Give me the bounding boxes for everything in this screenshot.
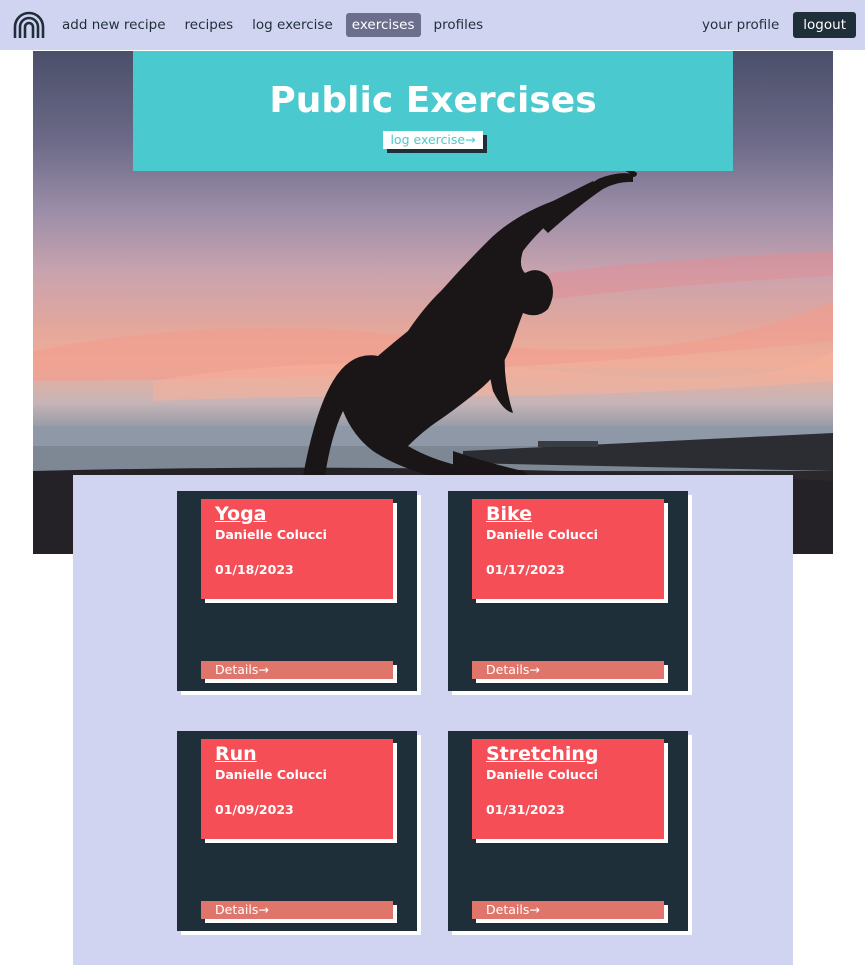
exercise-title-link[interactable]: Bike — [486, 503, 532, 525]
nav-right: your profile logout — [702, 12, 856, 38]
hero-banner: Public Exercises log exercise→ — [133, 51, 733, 171]
exercise-date: 01/17/2023 — [486, 562, 565, 577]
details-button[interactable]: Details→ — [472, 661, 664, 679]
navbar: add new recipe recipes log exercise exer… — [0, 0, 865, 50]
rainbow-arch-icon[interactable] — [13, 11, 45, 39]
exercise-date: 01/09/2023 — [215, 802, 294, 817]
nav-link-profiles[interactable]: profiles — [428, 13, 490, 37]
exercise-card-header: Stretching Danielle Colucci 01/31/2023 — [472, 739, 664, 839]
exercise-card-header: Bike Danielle Colucci 01/17/2023 — [472, 499, 664, 599]
exercise-author: Danielle Colucci — [215, 767, 327, 782]
exercise-cards-panel: Yoga Danielle Colucci 01/18/2023 Details… — [73, 475, 793, 965]
details-button[interactable]: Details→ — [201, 661, 393, 679]
your-profile-link[interactable]: your profile — [702, 17, 779, 33]
details-button[interactable]: Details→ — [201, 901, 393, 919]
nav-link-exercises[interactable]: exercises — [345, 13, 421, 37]
exercise-card: Run Danielle Colucci 01/09/2023 Details→ — [177, 731, 417, 931]
exercise-card-header: Yoga Danielle Colucci 01/18/2023 — [201, 499, 393, 599]
exercise-title-link[interactable]: Stretching — [486, 743, 599, 765]
exercise-card: Yoga Danielle Colucci 01/18/2023 Details… — [177, 491, 417, 691]
exercise-title-link[interactable]: Run — [215, 743, 257, 765]
exercise-date: 01/18/2023 — [215, 562, 294, 577]
exercise-date: 01/31/2023 — [486, 802, 565, 817]
exercise-title-link[interactable]: Yoga — [215, 503, 267, 525]
details-button[interactable]: Details→ — [472, 901, 664, 919]
log-exercise-button[interactable]: log exercise→ — [383, 131, 483, 149]
page-title: Public Exercises — [269, 80, 597, 121]
logout-button[interactable]: logout — [793, 12, 856, 38]
nav-link-add-new-recipe[interactable]: add new recipe — [56, 13, 172, 37]
exercise-card: Bike Danielle Colucci 01/17/2023 Details… — [448, 491, 688, 691]
exercise-author: Danielle Colucci — [486, 527, 598, 542]
exercise-author: Danielle Colucci — [215, 527, 327, 542]
nav-link-recipes[interactable]: recipes — [179, 13, 240, 37]
nav-links: add new recipe recipes log exercise exer… — [56, 13, 496, 37]
exercise-author: Danielle Colucci — [486, 767, 598, 782]
nav-link-log-exercise[interactable]: log exercise — [246, 13, 339, 37]
exercise-card: Stretching Danielle Colucci 01/31/2023 D… — [448, 731, 688, 931]
exercise-card-header: Run Danielle Colucci 01/09/2023 — [201, 739, 393, 839]
